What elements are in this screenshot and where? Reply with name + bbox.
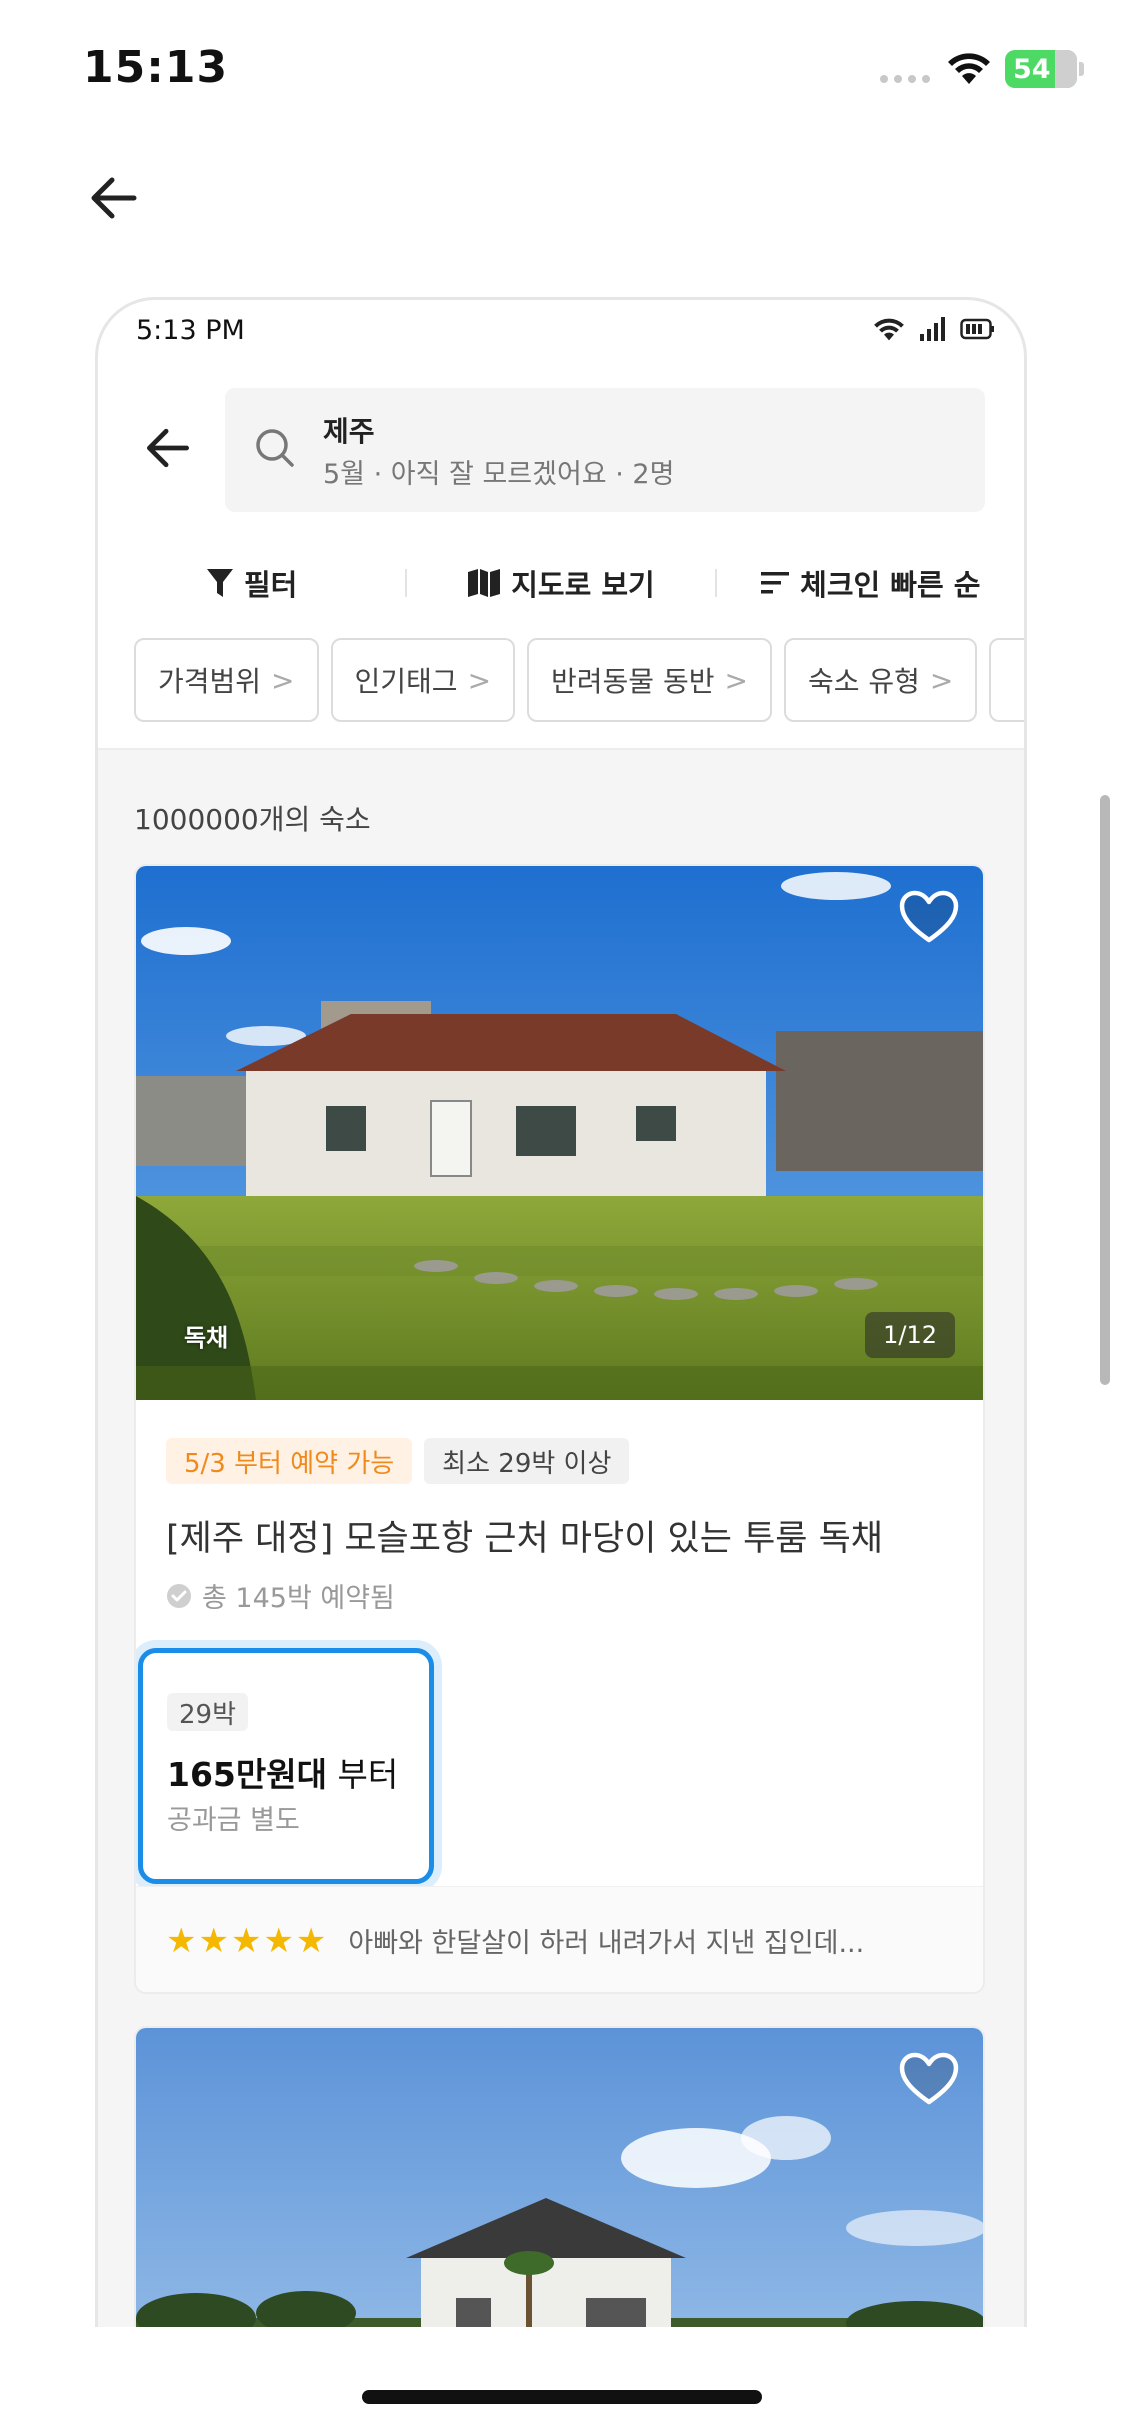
- search-details: 5월 · 아직 잘 모르겠어요 · 2명: [323, 459, 675, 490]
- chip-label: [1013, 664, 1024, 697]
- listing-photo[interactable]: [136, 2028, 985, 2327]
- heart-icon[interactable]: [899, 2052, 959, 2108]
- inner-status-time: 5:13 PM: [136, 315, 245, 346]
- chevron-right-icon: >: [467, 663, 492, 697]
- badges: 5/3 부터 예약 가능 최소 29박 이상: [166, 1438, 630, 1484]
- chevron-right-icon: >: [724, 663, 748, 697]
- search-location: 제주: [323, 415, 375, 448]
- map-view-button[interactable]: 지도로 보기: [407, 562, 714, 604]
- search-box[interactable]: 제주 5월 · 아직 잘 모르겠어요 · 2명: [225, 388, 985, 512]
- chevron-right-icon: >: [271, 663, 295, 697]
- result-count: 1000000개의 숙소: [134, 803, 371, 836]
- listing-card[interactable]: [134, 2026, 985, 2327]
- price-amount: 165만원대: [167, 1755, 327, 1794]
- map-view-label: 지도로 보기: [511, 568, 655, 602]
- filter-chips: 가격범위 > 인기태그 > 반려동물 동반 > 숙소 유형 >: [134, 638, 1024, 722]
- rating-stars: ★★★★★: [166, 1920, 329, 1961]
- inner-status-bar: 5:13 PM: [98, 300, 1024, 370]
- review-snippet[interactable]: ★★★★★ 아빠와 한달살이 하러 내려가서 지낸 집인데...: [136, 1886, 983, 1992]
- app-screenshot-frame: 5:13 PM 제주 5월 · 아직 잘 모르겠어요 · 2명 필터 지도로 보…: [95, 297, 1027, 2327]
- check-circle-icon: [167, 1583, 191, 1608]
- nights-badge: 29박: [167, 1693, 249, 1731]
- funnel-icon: [206, 569, 233, 597]
- price: 165만원대 부터: [167, 1748, 398, 1796]
- wifi-icon: [948, 53, 990, 84]
- min-stay-badge: 최소 29박 이상: [424, 1438, 630, 1484]
- photo-tag: 독채: [184, 1324, 229, 1352]
- home-indicator: [362, 2390, 762, 2404]
- listing-photo[interactable]: [136, 866, 985, 1400]
- toolbar: 필터 지도로 보기 체크인 빠른 순: [98, 548, 1024, 618]
- ios-status-bar: 15:13 54: [0, 0, 1125, 140]
- listing-title: [제주 대정] 모슬포항 근처 마당이 있는 투룸 독채: [166, 1519, 883, 1559]
- chip-label: 인기태그: [354, 665, 458, 698]
- availability-badge: 5/3 부터 예약 가능: [166, 1438, 413, 1484]
- listing-card[interactable]: 독채 1/12 5/3 부터 예약 가능 최소 29박 이상 [제주 대정] 모…: [134, 864, 985, 1994]
- review-text: 아빠와 한달살이 하러 내려가서 지낸 집인데...: [348, 1928, 865, 1959]
- chip-label: 반려동물 동반: [551, 665, 715, 698]
- battery-icon: [960, 318, 994, 340]
- filter-label: 필터: [243, 568, 298, 602]
- price-option-card[interactable]: 29박 165만원대 부터 공과금 별도: [138, 1648, 434, 1884]
- search-icon: [256, 429, 294, 467]
- chip-price-range[interactable]: 가격범위 >: [134, 638, 319, 722]
- utility-note: 공과금 별도: [167, 1805, 300, 1836]
- battery-level: 54: [1013, 53, 1051, 85]
- sort-label: 체크인 빠른 순: [800, 568, 981, 602]
- filter-button[interactable]: 필터: [98, 562, 405, 604]
- price-suffix: 부터: [326, 1755, 399, 1794]
- back-arrow-icon[interactable]: [140, 420, 196, 476]
- chip-label: 가격범위: [158, 665, 262, 698]
- chip-lodging-type[interactable]: 숙소 유형 >: [783, 638, 978, 722]
- wifi-icon: [874, 318, 904, 341]
- signal-dots-icon: [880, 75, 930, 83]
- sort-button[interactable]: 체크인 빠른 순: [717, 562, 1024, 604]
- chip-label: 숙소 유형: [807, 665, 920, 698]
- photo-counter: 1/12: [865, 1312, 955, 1358]
- scrollbar[interactable]: [1100, 795, 1110, 1385]
- signal-icon: [920, 317, 945, 341]
- chip-pet-friendly[interactable]: 반려동물 동반 >: [527, 638, 772, 722]
- chevron-right-icon: >: [929, 663, 954, 697]
- chip-more[interactable]: [989, 638, 1024, 722]
- heart-icon[interactable]: [899, 890, 959, 946]
- search-row: 제주 5월 · 아직 잘 모르겠어요 · 2명: [98, 388, 1024, 518]
- map-icon: [468, 569, 501, 597]
- back-arrow-icon[interactable]: [84, 168, 144, 228]
- battery-icon: 54: [1005, 50, 1084, 88]
- booked-text: 총 145박 예약됨: [202, 1583, 395, 1614]
- sort-icon: [761, 572, 790, 594]
- chip-popular-tags[interactable]: 인기태그 >: [330, 638, 516, 722]
- status-time: 15:13: [83, 42, 229, 93]
- listing-area: 1000000개의 숙소 독채 1/12 5/3 부터 예약 가능 최소 29박…: [98, 748, 1024, 2327]
- booked-count: 총 145박 예약됨: [166, 1576, 395, 1615]
